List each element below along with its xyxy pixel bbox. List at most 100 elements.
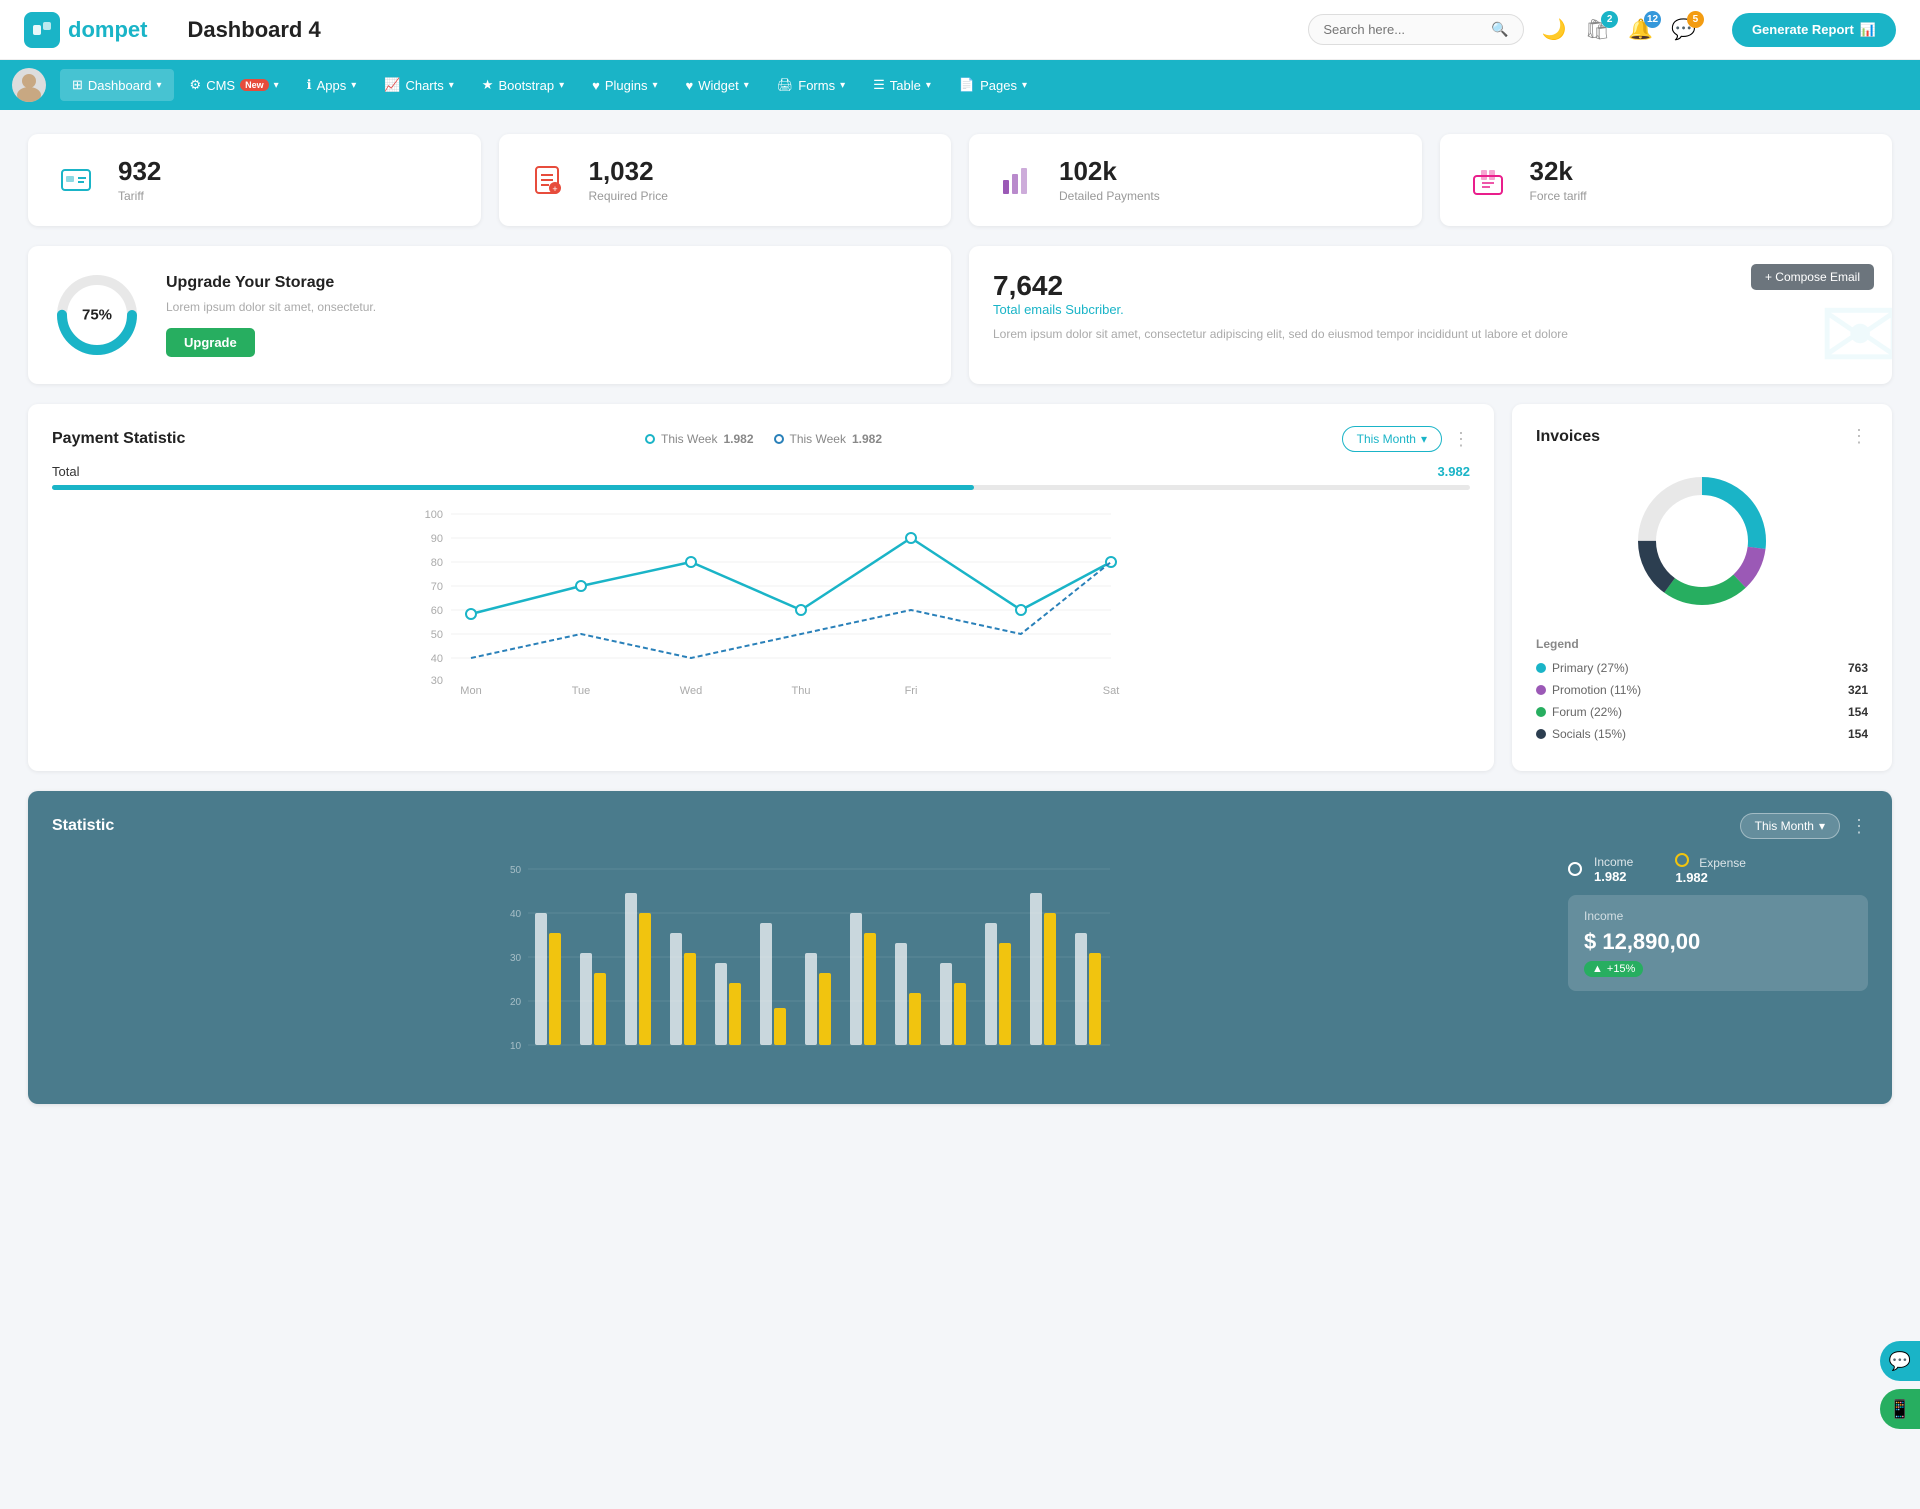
topbar: dompet Dashboard 4 🔍 🌙 🛍 2 🔔 12 💬 5 Gene…: [0, 0, 1920, 60]
main-content: 932 Tariff + 1,032 Required Price 102k D…: [0, 110, 1920, 1128]
stat-required-price-label: Required Price: [589, 189, 668, 203]
expense-dot: [1675, 853, 1689, 867]
chat-icon[interactable]: 💬 5: [1671, 17, 1696, 42]
support-chat-button[interactable]: 💬: [1880, 1341, 1920, 1381]
svg-text:Thu: Thu: [792, 685, 811, 697]
generate-report-button[interactable]: Generate Report 📊: [1732, 13, 1896, 47]
heart-icon: ♥: [592, 78, 600, 93]
stat-detailed-payments-info: 102k Detailed Payments: [1059, 157, 1160, 203]
table-icon: ☰: [873, 77, 885, 93]
svg-text:60: 60: [431, 605, 443, 617]
shop-icon[interactable]: 🛍 2: [1585, 17, 1610, 42]
statistic-title: Statistic: [52, 817, 114, 835]
svg-text:Tue: Tue: [572, 685, 591, 697]
income-badge-value: +15%: [1607, 963, 1635, 975]
stat-card-force-tariff: 32k Force tariff: [1440, 134, 1893, 226]
sidebar-item-pages[interactable]: 📄 Pages ▾: [947, 69, 1039, 101]
legend-color-forum: [1536, 707, 1546, 717]
income-info: Income 1.982: [1594, 855, 1633, 884]
storage-description: Lorem ipsum dolor sit amet, onsectetur.: [166, 300, 376, 314]
legend-label-primary: Primary (27%): [1552, 661, 1629, 675]
legend-label-promotion: Promotion (11%): [1552, 683, 1641, 697]
stat-force-tariff-number: 32k: [1530, 157, 1587, 186]
income-arrow-icon: ▲: [1592, 963, 1603, 975]
payment-header: Payment Statistic This Week 1.982 This W…: [52, 426, 1470, 452]
sidebar-item-dashboard[interactable]: ⊞ Dashboard ▾: [60, 69, 174, 101]
nav-widget-label: Widget: [698, 78, 738, 93]
stat-tariff-number: 932: [118, 157, 161, 186]
search-bar: 🔍: [1308, 14, 1523, 45]
legend-item-1: This Week 1.982: [645, 432, 754, 446]
shop-badge: 2: [1601, 11, 1618, 28]
legend-value-1: 1.982: [723, 432, 753, 446]
legend-row-primary: Primary (27%) 763: [1536, 661, 1868, 675]
nav-pages-label: Pages: [980, 78, 1017, 93]
bar-chart-area: 50 40 30 20 10: [52, 853, 1548, 1082]
income-badge: ▲ +15%: [1584, 961, 1643, 977]
sidebar-item-table[interactable]: ☰ Table ▾: [861, 69, 943, 101]
star-icon: ★: [482, 77, 494, 93]
whatsapp-button[interactable]: 📱: [1880, 1389, 1920, 1429]
upgrade-button[interactable]: Upgrade: [166, 328, 255, 357]
legend-count-forum: 154: [1848, 705, 1868, 719]
gear-icon: ⚙: [190, 77, 202, 93]
legend-item-2: This Week 1.982: [774, 432, 883, 446]
info-icon: ℹ: [307, 77, 312, 93]
bell-icon[interactable]: 🔔 12: [1628, 17, 1653, 42]
payment-legend: This Week 1.982 This Week 1.982: [645, 432, 882, 446]
expense-info: Expense 1.982: [1675, 853, 1746, 885]
new-badge: New: [240, 79, 269, 91]
payment-menu-icon[interactable]: ⋮: [1452, 429, 1470, 450]
legend-label-2: This Week: [790, 432, 846, 446]
legend-row-promotion: Promotion (11%) 321: [1536, 683, 1868, 697]
search-input[interactable]: [1323, 22, 1483, 37]
dropdown-icon: ▾: [1421, 432, 1427, 446]
brand-name: dompet: [68, 17, 147, 43]
nav-apps-label: Apps: [317, 78, 347, 93]
statistic-this-month-button[interactable]: This Month ▾: [1740, 813, 1840, 839]
legend-name-primary: Primary (27%): [1536, 661, 1848, 675]
legend-label-forum: Forum (22%): [1552, 705, 1622, 719]
sidebar-item-bootstrap[interactable]: ★ Bootstrap ▾: [470, 69, 576, 101]
stat-required-price-number: 1,032: [589, 157, 668, 186]
nav-plugins-label: Plugins: [605, 78, 648, 93]
chevron-down-icon-charts: ▾: [449, 80, 454, 91]
search-icon: 🔍: [1491, 21, 1508, 38]
sidebar-item-plugins[interactable]: ♥ Plugins ▾: [580, 70, 669, 101]
storage-donut: 75%: [52, 270, 142, 360]
svg-text:70: 70: [431, 581, 443, 593]
sidebar-item-widget[interactable]: ♥ Widget ▾: [674, 70, 761, 101]
tariff-icon: [52, 156, 100, 204]
stat-required-price-info: 1,032 Required Price: [589, 157, 668, 203]
float-buttons: 💬 📱: [1880, 1341, 1920, 1429]
bell-badge: 12: [1644, 11, 1661, 28]
nav-forms-label: Forms: [798, 78, 835, 93]
invoices-menu-icon[interactable]: ⋮: [1850, 426, 1868, 447]
stat-card-required-price: + 1,032 Required Price: [499, 134, 952, 226]
legend-color-socials: [1536, 729, 1546, 739]
statistic-menu-icon[interactable]: ⋮: [1850, 816, 1868, 837]
income-box-amount: $ 12,890,00: [1584, 929, 1852, 955]
charts-row: Payment Statistic This Week 1.982 This W…: [28, 404, 1892, 771]
detailed-payments-icon: [993, 156, 1041, 204]
sidebar-item-apps[interactable]: ℹ Apps ▾: [295, 69, 369, 101]
total-value: 3.982: [1437, 464, 1470, 479]
income-label: Income: [1594, 855, 1633, 869]
svg-text:50: 50: [510, 865, 522, 876]
chevron-down-icon-pages: ▾: [1022, 80, 1027, 91]
sidebar-item-charts[interactable]: 📈 Charts ▾: [372, 69, 466, 101]
sidebar-item-cms[interactable]: ⚙ CMS New ▾: [178, 69, 291, 101]
page-title: Dashboard 4: [187, 17, 1308, 43]
logo: dompet: [24, 12, 147, 48]
stat-cards-row: 932 Tariff + 1,032 Required Price 102k D…: [28, 134, 1892, 226]
sidebar-item-forms[interactable]: 🖨 Forms ▾: [765, 69, 857, 101]
svg-text:+: +: [552, 184, 557, 194]
theme-toggle-icon[interactable]: 🌙: [1542, 17, 1567, 42]
nav-cms-label: CMS: [206, 78, 235, 93]
svg-text:Fri: Fri: [905, 685, 918, 697]
svg-text:40: 40: [510, 909, 522, 920]
email-card: + Compose Email 7,642 Total emails Subcr…: [969, 246, 1892, 384]
this-month-button[interactable]: This Month ▾: [1342, 426, 1442, 452]
svg-text:30: 30: [431, 675, 443, 687]
total-label: Total: [52, 464, 79, 479]
